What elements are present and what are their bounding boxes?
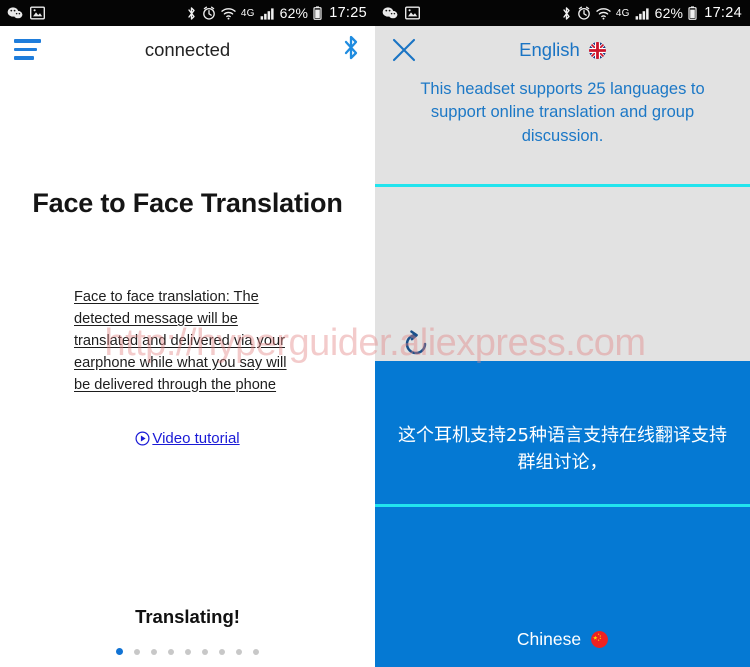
feature-description: Face to face translation: The detected m… bbox=[74, 289, 287, 393]
right-phone-screen: 4G 62% 17:24 English This headset suppor… bbox=[375, 0, 750, 667]
battery-percent-label: 62% bbox=[654, 5, 684, 21]
chinese-translation-text: 这个耳机支持25种语言支持在线翻译支持群组讨论， bbox=[398, 425, 727, 474]
page-dot[interactable] bbox=[134, 648, 140, 655]
china-flag-icon bbox=[591, 631, 609, 648]
dual-screenshot-container: 4G 62% 17:25 connected Face to Face Tran… bbox=[0, 0, 750, 667]
page-dot[interactable] bbox=[202, 648, 208, 655]
left-app-bar: connected bbox=[0, 26, 375, 73]
page-dot[interactable] bbox=[116, 648, 123, 655]
page-dot[interactable] bbox=[236, 648, 242, 655]
play-circle-icon bbox=[135, 431, 150, 446]
page-dot[interactable] bbox=[185, 648, 191, 655]
page-title: Face to Face Translation bbox=[32, 188, 343, 218]
alarm-icon bbox=[202, 6, 216, 20]
uk-flag-icon bbox=[588, 41, 606, 59]
section-divider-top bbox=[375, 184, 750, 187]
page-dot[interactable] bbox=[151, 648, 157, 655]
connection-status-title: connected bbox=[144, 38, 231, 60]
gallery-icon bbox=[30, 6, 45, 20]
hamburger-menu-icon[interactable] bbox=[14, 39, 41, 60]
target-language-label: Chinese bbox=[516, 629, 582, 649]
alarm-icon bbox=[577, 6, 591, 20]
signal-bars-icon bbox=[635, 7, 650, 20]
page-dot[interactable] bbox=[219, 648, 225, 655]
signal-bars-icon bbox=[260, 7, 275, 20]
bluetooth-toggle-icon[interactable] bbox=[341, 34, 361, 66]
page-dot[interactable] bbox=[253, 648, 259, 655]
english-translation-text: This headset supports 25 languages to su… bbox=[420, 80, 705, 145]
video-tutorial-label: Video tutorial bbox=[152, 430, 240, 447]
battery-percent-label: 62% bbox=[279, 5, 309, 21]
gallery-icon bbox=[405, 6, 420, 20]
clock-label: 17:25 bbox=[329, 5, 367, 21]
source-language-header: English bbox=[375, 39, 750, 61]
left-status-bar: 4G 62% 17:25 bbox=[0, 0, 375, 26]
left-content-area: Face to Face Translation Face to face tr… bbox=[0, 73, 375, 667]
bluetooth-icon bbox=[186, 6, 197, 21]
page-indicator-dots[interactable] bbox=[0, 648, 375, 655]
status-right-icons: 4G 62% 17:25 bbox=[186, 5, 367, 21]
status-left-icons bbox=[7, 6, 45, 20]
status-left-icons bbox=[382, 6, 420, 20]
battery-icon bbox=[313, 6, 322, 20]
video-tutorial-link[interactable]: Video tutorial bbox=[0, 430, 375, 447]
close-x-icon[interactable] bbox=[391, 37, 417, 63]
translating-status: Translating! bbox=[135, 606, 240, 627]
page-dot[interactable] bbox=[168, 648, 174, 655]
wechat-icon bbox=[382, 6, 398, 20]
wechat-icon bbox=[7, 6, 23, 20]
refresh-icon[interactable] bbox=[401, 329, 431, 359]
wifi-icon bbox=[596, 7, 611, 20]
source-language-label: English bbox=[519, 39, 580, 60]
network-type-label: 4G bbox=[615, 7, 630, 19]
target-language-footer[interactable]: Chinese bbox=[375, 629, 750, 650]
clock-label: 17:24 bbox=[704, 5, 742, 21]
battery-icon bbox=[688, 6, 697, 20]
translation-panel: English This headset supports 25 languag… bbox=[375, 26, 750, 667]
left-phone-screen: 4G 62% 17:25 connected Face to Face Tran… bbox=[0, 0, 375, 667]
wifi-icon bbox=[221, 7, 236, 20]
bluetooth-icon bbox=[561, 6, 572, 21]
right-status-bar: 4G 62% 17:24 bbox=[375, 0, 750, 26]
status-right-icons: 4G 62% 17:24 bbox=[561, 5, 742, 21]
network-type-label: 4G bbox=[240, 7, 255, 19]
translation-top-bar: English bbox=[375, 26, 750, 74]
